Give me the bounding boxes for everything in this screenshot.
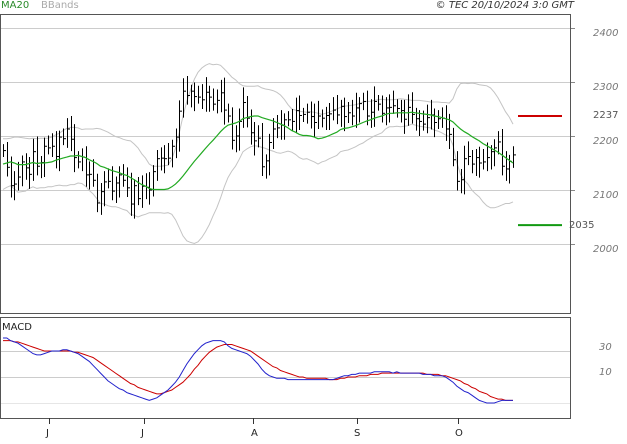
macd-line [3,337,513,404]
y-tick-label: 2200 [593,136,619,147]
y-tick-label: 2400 [593,28,619,39]
chart-svg [0,14,575,424]
x-tick-label: A [251,428,258,439]
x-tick-label: S [354,428,361,439]
macd-tick-label: 10 [599,367,612,378]
macd-signal-line [3,340,513,401]
y-tick-label: 2300 [593,82,619,93]
legend-bbands: BBands [41,0,79,11]
support-level-label: 2035 [569,220,595,231]
legend-ma20: MA20 [1,0,30,11]
chart-stage: MA20 BBands © TEC 20/10/2024 3:0 GMT MAC… [0,0,627,440]
x-tick-label: J [141,428,144,439]
y-tick-label: 2100 [593,190,619,201]
x-tick-label: J [46,428,49,439]
macd-title: MACD [2,322,32,333]
x-tick-label: O [455,428,463,439]
copyright-text: © TEC 20/10/2024 3:0 GMT [435,0,574,11]
y-tick-label: 2000 [593,244,619,255]
bband-upper-line [3,63,514,167]
resistance-level-label: 2237 [593,110,619,121]
macd-tick-label: 30 [599,342,612,353]
ma20-line [2,111,514,191]
